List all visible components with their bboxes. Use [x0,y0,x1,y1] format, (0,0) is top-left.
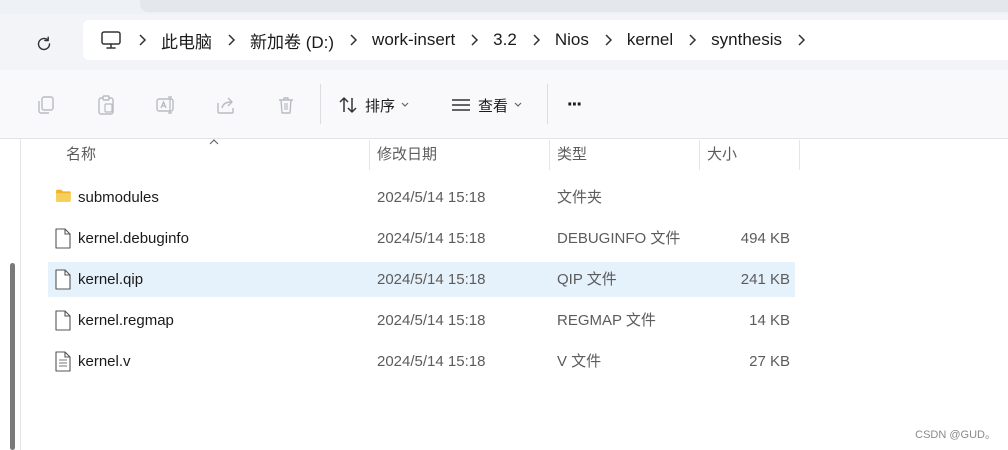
address-row: 此电脑 新加卷 (D:) work-insert 3.2 Nios kernel… [0,14,1008,70]
chevron-right-icon[interactable] [216,34,246,46]
more-icon: ··· [567,93,583,116]
file-type: QIP 文件 [557,271,617,288]
file-name: kernel.regmap [78,312,174,329]
sort-icon [339,97,357,113]
paste-button[interactable] [93,92,119,118]
file-row[interactable]: kernel.regmap 2024/5/14 15:18 REGMAP 文件 … [48,303,795,338]
tab-strip [0,0,1008,14]
breadcrumb-drive-d[interactable]: 新加卷 (D:) [246,28,338,53]
chevron-right-icon[interactable] [593,34,623,46]
file-row[interactable]: submodules 2024/5/14 15:18 文件夹 [48,180,795,215]
breadcrumb-kernel[interactable]: kernel [623,30,677,50]
file-icon [55,228,71,249]
column-divider[interactable] [799,140,800,170]
breadcrumb-work-insert[interactable]: work-insert [368,30,459,50]
breadcrumb-synthesis[interactable]: synthesis [707,30,786,50]
chevron-down-icon [401,102,409,107]
share-icon [217,97,234,114]
file-type: REGMAP 文件 [557,312,656,329]
text-file-icon [55,351,71,372]
file-row-selected[interactable]: kernel.qip 2024/5/14 15:18 QIP 文件 241 KB [48,262,795,297]
toolbar-divider [547,84,548,124]
file-date: 2024/5/14 15:18 [377,312,486,329]
file-size: 14 KB [749,312,790,329]
scrollbar-thumb[interactable] [10,263,15,450]
file-type: DEBUGINFO 文件 [557,230,681,247]
file-date: 2024/5/14 15:18 [377,230,486,247]
file-size: 241 KB [740,271,790,288]
chevron-right-icon[interactable] [521,34,551,46]
chevron-down-icon [514,102,522,107]
file-type: 文件夹 [557,189,603,206]
folder-icon [56,189,71,202]
rename-icon [156,96,174,114]
chevron-right-icon[interactable] [338,34,368,46]
refresh-icon [37,36,51,51]
share-button[interactable] [213,92,239,118]
breadcrumb-this-pc[interactable]: 此电脑 [157,28,216,53]
file-date: 2024/5/14 15:18 [377,271,486,288]
copy-button[interactable] [33,92,59,118]
chevron-right-icon[interactable] [677,34,707,46]
file-name: kernel.debuginfo [78,230,189,247]
column-header-type[interactable]: 类型 [557,140,587,170]
file-date: 2024/5/14 15:18 [377,353,486,370]
breadcrumb-nios[interactable]: Nios [551,30,593,50]
delete-button[interactable] [273,92,299,118]
chevron-right-icon[interactable] [459,34,489,46]
sort-button[interactable]: 排序 [337,92,409,118]
file-icon [55,310,71,331]
file-name: kernel.qip [78,271,144,288]
address-bar[interactable]: 此电脑 新加卷 (D:) work-insert 3.2 Nios kernel… [83,20,1008,60]
column-header-date[interactable]: 修改日期 [377,140,437,170]
copy-icon [38,96,54,114]
column-divider[interactable] [369,140,370,170]
view-label: 查看 [478,97,509,115]
paste-icon [98,95,114,115]
more-options-button[interactable]: ··· [567,92,583,118]
sort-label: 排序 [365,97,396,115]
view-icon [452,99,470,111]
active-tab[interactable] [140,0,1008,12]
refresh-button[interactable] [28,28,60,60]
file-type: V 文件 [557,353,602,370]
file-row[interactable]: kernel.v 2024/5/14 15:18 V 文件 27 KB [48,344,795,379]
command-bar: 排序 查看 ··· [0,70,1008,139]
file-icon [55,269,71,290]
file-size: 494 KB [740,230,790,247]
trash-icon [279,97,293,114]
column-divider[interactable] [549,140,550,170]
sort-ascending-icon [209,139,219,145]
file-name: kernel.v [78,353,131,370]
toolbar-divider [320,84,321,124]
watermark: CSDN @GUD。 [915,429,996,441]
rename-button[interactable] [153,92,179,118]
column-header-name[interactable]: 名称 [66,140,96,170]
file-row[interactable]: kernel.debuginfo 2024/5/14 15:18 DEBUGIN… [48,221,795,256]
chevron-right-icon[interactable] [127,34,157,46]
file-date: 2024/5/14 15:18 [377,189,486,206]
column-divider[interactable] [699,140,700,170]
breadcrumb-3-2[interactable]: 3.2 [489,30,521,50]
column-header-size[interactable]: 大小 [707,140,737,170]
chevron-right-icon[interactable] [786,34,816,46]
pane-divider[interactable] [20,139,21,450]
view-button[interactable]: 查看 [450,92,522,118]
file-size: 27 KB [749,353,790,370]
computer-icon[interactable] [95,30,127,50]
file-name: submodules [78,189,159,206]
column-header-row: 名称 修改日期 类型 大小 [48,139,800,170]
